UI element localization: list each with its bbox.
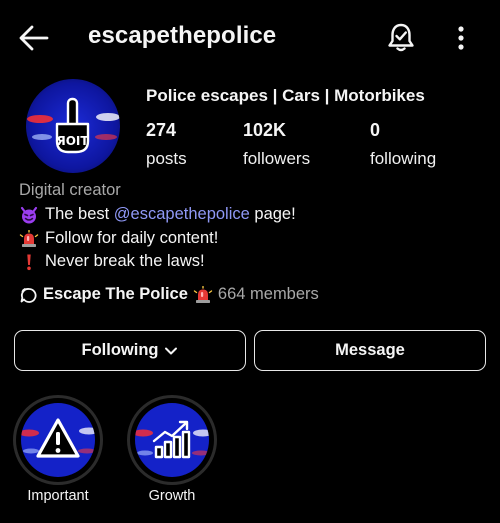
bio-mention-link[interactable]: @escapethepolice bbox=[114, 205, 250, 224]
bio-line-2: Follow for daily content! bbox=[19, 229, 218, 248]
broadcast-channel-link[interactable]: Escape The Police 664 members bbox=[19, 285, 319, 304]
highlight-label: Growth bbox=[148, 488, 196, 504]
siren-emoji-icon bbox=[19, 229, 39, 247]
followers-count: 102K bbox=[243, 120, 287, 140]
bio-line-2-text: Follow for daily content! bbox=[45, 229, 219, 247]
followers-stat[interactable]: 102K followers bbox=[243, 120, 310, 169]
bio-line-3-text: Never break the laws! bbox=[45, 252, 205, 270]
following-count: 0 bbox=[370, 120, 381, 140]
channel-name: Escape The Police bbox=[43, 285, 188, 303]
message-button-label: Message bbox=[335, 341, 405, 359]
highlight-label: Important bbox=[27, 488, 89, 504]
posts-stat[interactable]: 274 posts bbox=[146, 120, 187, 169]
following-button[interactable]: Following bbox=[14, 330, 246, 371]
highlight-cover bbox=[135, 403, 209, 477]
channel-member-count: 664 members bbox=[217, 285, 319, 303]
highlight-growth[interactable]: Growth bbox=[127, 395, 217, 504]
highlight-important[interactable]: Important bbox=[13, 395, 103, 504]
bio-line-1: The best @escapethepolice page! bbox=[19, 205, 296, 224]
profile-username: escapethepolice bbox=[88, 22, 277, 49]
bio-line-3: Never break the laws! bbox=[19, 252, 205, 271]
avatar[interactable]: ЯOIT bbox=[26, 79, 120, 173]
arrow-left-icon[interactable] bbox=[18, 24, 50, 52]
highlight-ring bbox=[127, 395, 217, 485]
profile-category: Digital creator bbox=[19, 181, 121, 199]
followers-label: followers bbox=[243, 149, 311, 168]
exclamation-emoji-icon bbox=[27, 254, 31, 270]
devil-emoji-icon bbox=[20, 206, 38, 223]
highlight-ring bbox=[13, 395, 103, 485]
following-stat[interactable]: 0 following bbox=[370, 120, 436, 169]
top-bar: escapethepolice bbox=[0, 0, 500, 74]
more-vertical-icon[interactable] bbox=[448, 24, 474, 52]
posts-label: posts bbox=[146, 149, 187, 168]
profile-display-name: Police escapes | Cars | Motorbikes bbox=[146, 86, 425, 105]
bio-line-1-prefix: The best bbox=[45, 205, 114, 223]
bio-line-1-suffix: page! bbox=[249, 205, 296, 223]
channel-chat-icon bbox=[20, 287, 37, 303]
chevron-down-icon bbox=[165, 347, 178, 354]
following-label: following bbox=[370, 149, 437, 168]
bell-icon[interactable] bbox=[386, 21, 416, 53]
message-button[interactable]: Message bbox=[254, 330, 486, 371]
highlight-cover bbox=[21, 403, 95, 477]
svg-text:ЯOIT: ЯOIT bbox=[56, 134, 89, 148]
siren-emoji-icon bbox=[193, 285, 213, 303]
posts-count: 274 bbox=[146, 120, 177, 140]
following-button-label: Following bbox=[81, 341, 159, 359]
